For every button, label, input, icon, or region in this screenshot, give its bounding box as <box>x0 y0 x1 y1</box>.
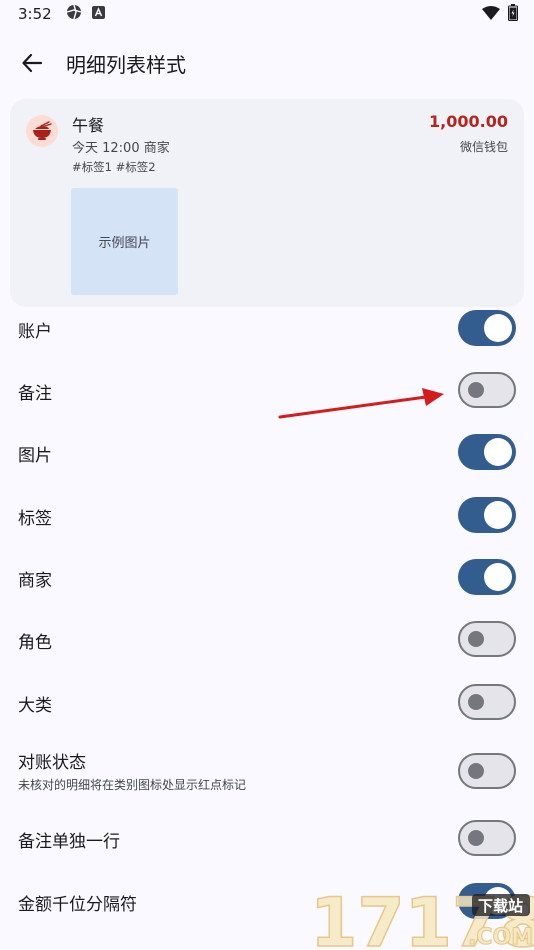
setting-row-note-separate-line[interactable]: 备注单独一行 <box>0 820 534 856</box>
setting-row-merchant[interactable]: 商家 <box>0 559 534 595</box>
toggle-thumb <box>484 438 512 466</box>
transaction-tags: #标签1 #标签2 <box>72 160 156 174</box>
image-toggle[interactable] <box>458 434 516 470</box>
watermark: 17178 下载站 .COM <box>308 876 534 950</box>
wifi-icon <box>482 5 500 24</box>
transaction-title: 午餐 <box>72 116 105 135</box>
setting-row-image[interactable]: 图片 <box>0 434 534 470</box>
account-toggle[interactable] <box>458 310 516 346</box>
status-bar: 3:52 <box>0 0 534 28</box>
setting-label: 对账状态 <box>18 753 86 773</box>
toggle-thumb <box>484 314 512 342</box>
status-right-icons <box>482 4 518 25</box>
setting-row-note[interactable]: 备注 <box>0 372 534 408</box>
setting-label: 账户 <box>18 322 52 342</box>
tags-toggle[interactable] <box>458 497 516 533</box>
watermark-tagline: 下载站 <box>478 897 523 915</box>
battery-icon <box>508 4 518 25</box>
watermark-logo: 17178 下载站 .COM <box>309 883 534 950</box>
setting-label: 标签 <box>18 509 52 529</box>
rice-bowl-icon <box>33 121 52 140</box>
reconcile-status-toggle[interactable] <box>458 753 516 789</box>
setting-description: 未核对的明细将在类别图标处显示红点标记 <box>18 778 247 792</box>
role-toggle[interactable] <box>458 621 516 657</box>
major-category-toggle[interactable] <box>458 684 516 720</box>
setting-row-major-category[interactable]: 大类 <box>0 684 534 720</box>
transaction-account: 微信钱包 <box>459 140 508 154</box>
setting-label: 角色 <box>18 633 52 653</box>
setting-label: 备注 <box>18 384 52 404</box>
setting-label: 金额千位分隔符 <box>18 895 137 915</box>
a-square-icon <box>91 5 105 23</box>
toggle-thumb <box>484 563 512 591</box>
sample-image-label: 示例图片 <box>98 236 151 251</box>
setting-row-tags[interactable]: 标签 <box>0 497 534 533</box>
app-bar: 明细列表样式 <box>0 36 534 90</box>
watermark-domain: .COM <box>468 925 533 950</box>
toggle-thumb <box>484 501 512 529</box>
setting-label: 大类 <box>18 696 52 716</box>
toggle-thumb <box>468 763 484 779</box>
category-icon <box>26 115 58 147</box>
transaction-subtitle: 今天 12:00 商家 <box>72 141 170 156</box>
note-toggle[interactable] <box>458 372 516 408</box>
setting-row-role[interactable]: 角色 <box>0 621 534 657</box>
preview-card: 午餐 今天 12:00 商家 #标签1 #标签2 1,000.00 微信钱包 示… <box>10 99 524 307</box>
transaction-amount: 1,000.00 <box>429 112 508 131</box>
setting-row-account[interactable]: 账户 <box>0 310 534 346</box>
note-separate-line-toggle[interactable] <box>458 820 516 856</box>
toggle-thumb <box>468 694 484 710</box>
setting-label: 图片 <box>18 446 52 466</box>
status-time: 3:52 <box>18 5 52 23</box>
sample-image: 示例图片 <box>71 188 178 295</box>
annotation-arrow-icon <box>278 388 444 419</box>
back-button[interactable] <box>10 41 54 85</box>
setting-label: 商家 <box>18 571 52 591</box>
page-title: 明细列表样式 <box>66 52 186 77</box>
aperture-icon <box>66 4 82 24</box>
arrow-left-icon <box>22 53 43 73</box>
toggle-thumb <box>468 631 484 647</box>
setting-label: 备注单独一行 <box>18 832 120 852</box>
toggle-thumb <box>468 382 484 398</box>
merchant-toggle[interactable] <box>458 559 516 595</box>
setting-row-reconcile-status[interactable]: 对账状态 未核对的明细将在类别图标处显示红点标记 <box>0 748 534 794</box>
toggle-thumb <box>468 830 484 846</box>
